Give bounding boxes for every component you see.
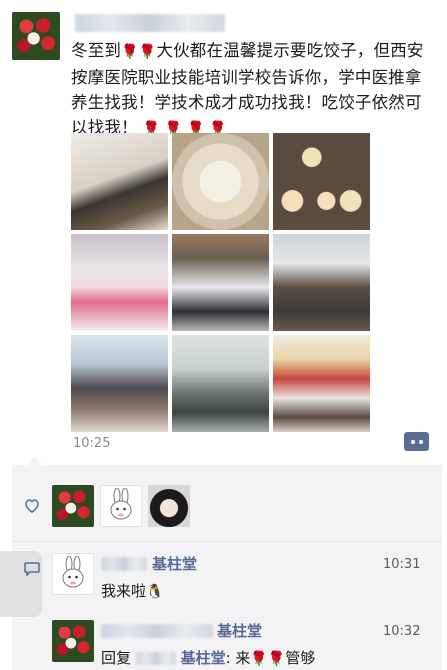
comment-name-2[interactable]: 基柱堂	[217, 620, 262, 641]
commenter-avatar-roses[interactable]	[52, 620, 94, 662]
poster-name-blurred[interactable]	[75, 14, 225, 32]
photo-classroom[interactable]	[172, 335, 269, 432]
reply-to-name-blurred[interactable]	[135, 652, 176, 665]
dot-icon	[410, 439, 415, 444]
reply-to-name[interactable]: 基柱堂	[181, 649, 226, 667]
rose-emoji-icon: 🌹	[250, 651, 268, 667]
poster-avatar[interactable]	[12, 12, 60, 60]
panel-divider	[12, 541, 442, 542]
heart-icon	[24, 498, 42, 514]
rose-emoji-icon: 🌹	[138, 44, 157, 60]
photo-ceremony[interactable]	[273, 335, 370, 432]
photo-massage-class[interactable]	[71, 335, 168, 432]
reply-label: 回复	[101, 649, 132, 667]
comment-text-2: 回复 基柱堂: 来🌹🌹管够	[101, 649, 316, 667]
photo-group-white[interactable]	[172, 234, 269, 331]
photo-lecture-hall[interactable]	[273, 234, 370, 331]
commenter-name-blurred[interactable]	[101, 557, 147, 571]
penguin-emoji-icon: 🐧	[146, 584, 164, 600]
commenter-avatar-rabbit[interactable]	[52, 553, 94, 595]
dot-icon	[418, 439, 423, 444]
commenter-name-blurred-2[interactable]	[101, 624, 213, 638]
liker-avatar-roses[interactable]	[52, 485, 94, 527]
comment-text-1: 我来啦🐧	[101, 582, 164, 600]
photo-dumpling-making[interactable]	[71, 133, 168, 230]
photo-dumplings-tray[interactable]	[172, 133, 269, 230]
post-timestamp: 10:25	[73, 436, 111, 451]
photo-group-pink[interactable]	[71, 234, 168, 331]
comment-time-2: 10:32	[383, 624, 421, 639]
photo-hello-kitty-cookies[interactable]	[273, 133, 370, 230]
photo-grid	[71, 133, 370, 432]
panel-arrow	[27, 457, 43, 465]
liker-avatar-rabbit[interactable]	[100, 485, 142, 527]
comment-name-1[interactable]: 基柱堂	[152, 553, 197, 574]
post-text-part-1: 冬至到	[71, 41, 122, 60]
comment-time-1: 10:31	[383, 557, 421, 572]
rose-emoji-icon: 🌹	[121, 44, 139, 60]
more-actions-button[interactable]	[404, 432, 429, 451]
liker-avatar-girl[interactable]	[148, 485, 190, 527]
rose-emoji-icon: 🌹	[267, 651, 286, 667]
post-text: 冬至到🌹🌹大伙都在温馨提示要吃饺子，但西安按摩医院职业技能培训学校告诉你，学中医…	[71, 38, 437, 142]
comment-icon	[24, 561, 40, 577]
